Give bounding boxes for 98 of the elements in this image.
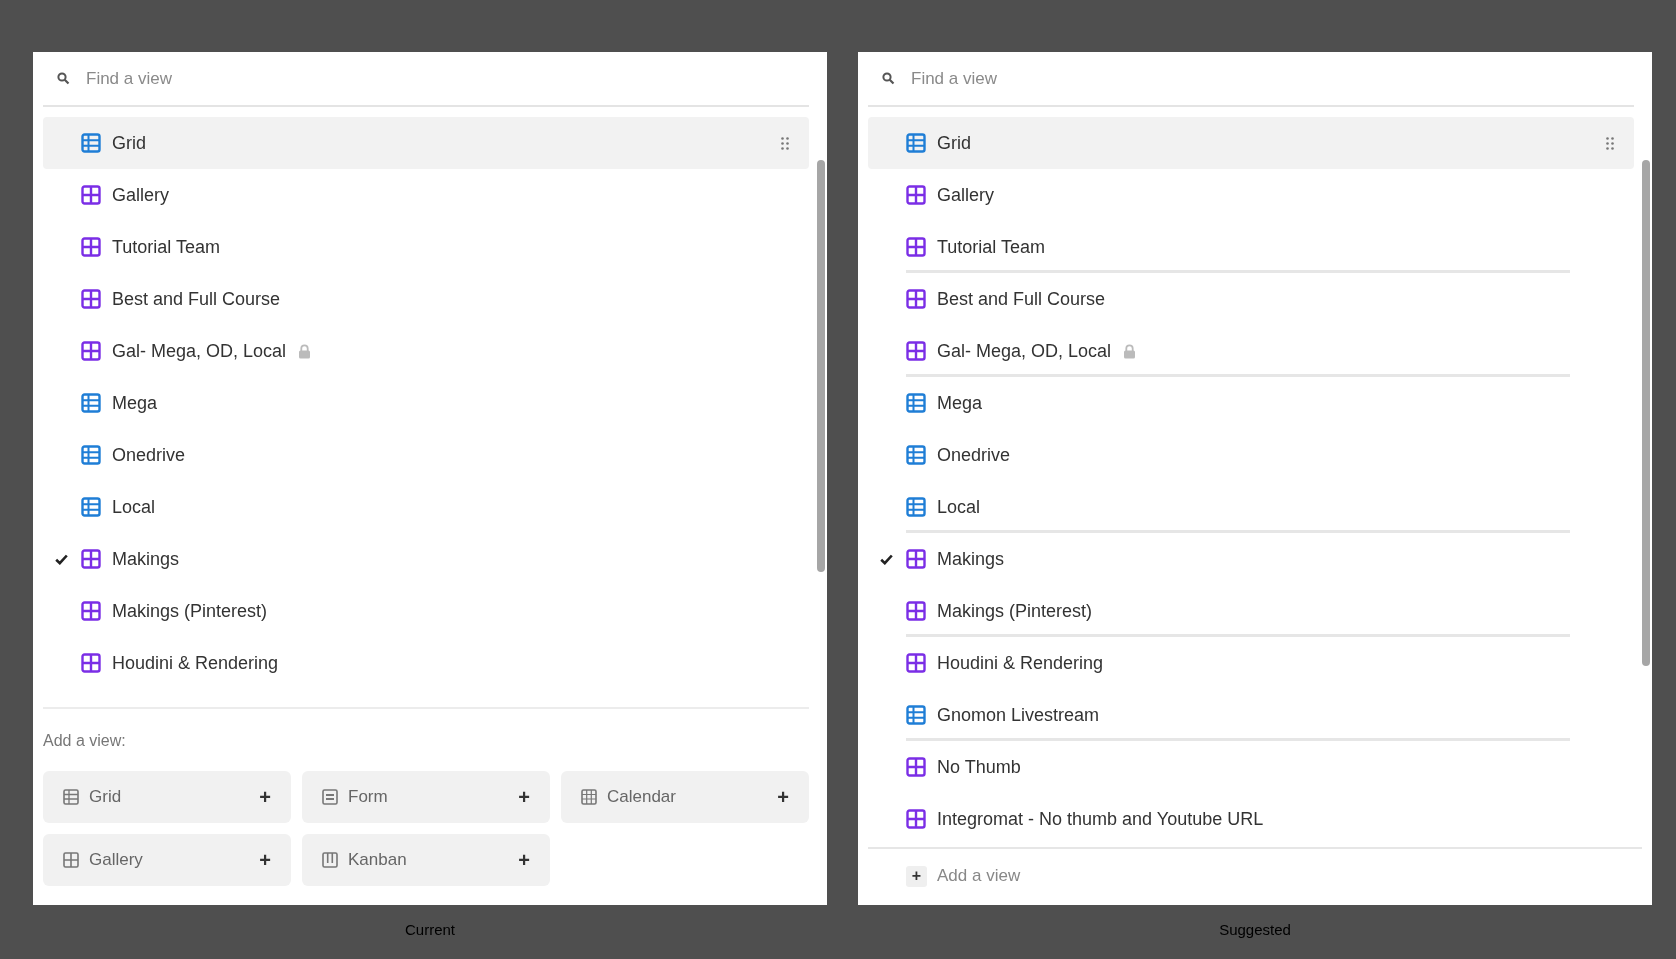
view-name: Makings — [112, 547, 180, 571]
view-item[interactable]: Makings (Pinterest) — [868, 585, 1634, 637]
gallery-view-icon — [81, 185, 101, 205]
view-name: Local — [112, 495, 156, 519]
add-view-button[interactable]: + Add a view — [906, 863, 1021, 889]
section-heading: Add a view: — [43, 731, 127, 751]
gallery-view-icon — [906, 237, 926, 257]
panel-caption: Suggested — [1219, 920, 1291, 940]
grid-icon — [63, 789, 79, 805]
scrollbar[interactable] — [817, 160, 825, 572]
view-name: Mega — [937, 391, 983, 415]
view-item[interactable]: Makings — [868, 533, 1634, 585]
view-name: Local — [937, 495, 981, 519]
view-item[interactable]: Integromat - No thumb and Youtube URL — [868, 793, 1634, 845]
gallery-view-icon — [81, 549, 101, 569]
view-item[interactable]: Onedrive — [43, 429, 809, 481]
gallery-view-icon — [81, 237, 101, 257]
view-name: Makings (Pinterest) — [112, 599, 268, 623]
search-field[interactable]: Find a view — [86, 65, 809, 92]
gallery-view-icon — [81, 653, 101, 673]
view-name: Onedrive — [112, 443, 186, 467]
view-name: Tutorial Team — [112, 235, 221, 259]
view-item[interactable]: Makings — [43, 533, 809, 585]
view-item[interactable]: No Thumb — [868, 741, 1634, 793]
gallery-icon — [63, 852, 79, 868]
view-name: Houdini & Rendering — [112, 651, 279, 675]
view-name: No Thumb — [937, 755, 1021, 779]
view-name: Integromat - No thumb and Youtube URL — [937, 807, 1264, 831]
view-item[interactable]: Houdini & Rendering — [868, 637, 1634, 689]
view-name: Gal- Mega, OD, Local — [112, 339, 287, 363]
view-name: Gal- Mega, OD, Local — [937, 339, 1112, 363]
view-item[interactable]: Onedrive — [868, 429, 1634, 481]
view-item[interactable]: Gallery — [43, 169, 809, 221]
view-name: Makings — [937, 547, 1005, 571]
view-name: Grid — [112, 131, 146, 155]
gallery-view-icon — [906, 653, 926, 673]
grid-view-icon — [906, 133, 926, 153]
view-item[interactable]: Tutorial Team — [43, 221, 809, 273]
kanban-icon — [322, 852, 338, 868]
view-item[interactable]: Gnomon Livestream — [868, 689, 1634, 741]
view-name: Onedrive — [937, 443, 1011, 467]
gallery-view-icon — [81, 341, 101, 361]
grid-view-icon — [81, 133, 101, 153]
view-name: Gnomon Livestream — [937, 703, 1100, 727]
add-view-tile[interactable]: Calendar + — [561, 771, 809, 823]
view-item[interactable]: Gal- Mega, OD, Local — [868, 325, 1634, 377]
gallery-view-icon — [906, 549, 926, 569]
view-name: Mega — [112, 391, 158, 415]
search-icon — [882, 72, 895, 85]
drag-handle-icon[interactable] — [1606, 136, 1614, 150]
view-item[interactable]: Best and Full Course — [43, 273, 809, 325]
calendar-icon — [581, 789, 597, 805]
gallery-view-icon — [906, 601, 926, 621]
grid-view-icon — [81, 393, 101, 413]
view-name: Gallery — [937, 183, 994, 207]
view-name: Houdini & Rendering — [937, 651, 1104, 675]
scrollbar[interactable] — [1642, 160, 1650, 666]
view-item[interactable]: Local — [43, 481, 809, 533]
grid-view-icon — [81, 445, 101, 465]
grid-view-icon — [906, 393, 926, 413]
view-item[interactable]: Best and Full Course — [868, 273, 1634, 325]
plus-icon: + — [906, 865, 927, 887]
view-item[interactable]: Houdini & Rendering — [43, 637, 809, 689]
panel-caption: Current — [405, 920, 455, 940]
add-view-tile[interactable]: Form + — [302, 771, 550, 823]
view-item[interactable]: Gallery — [868, 169, 1634, 221]
add-view-tile[interactable]: Gallery + — [43, 834, 291, 886]
drag-handle-icon[interactable] — [781, 136, 789, 150]
view-item[interactable]: Tutorial Team — [868, 221, 1634, 273]
view-name: Gallery — [112, 183, 169, 207]
view-item[interactable]: Local — [868, 481, 1634, 533]
grid-view-icon — [906, 445, 926, 465]
view-item[interactable]: Makings (Pinterest) — [43, 585, 809, 637]
add-view-tile[interactable]: Grid + — [43, 771, 291, 823]
gallery-view-icon — [906, 341, 926, 361]
gallery-view-icon — [81, 289, 101, 309]
search-field[interactable]: Find a view — [911, 65, 1634, 92]
view-name: Best and Full Course — [112, 287, 281, 311]
view-name: Best and Full Course — [937, 287, 1106, 311]
view-item[interactable]: Mega — [43, 377, 809, 429]
gallery-view-icon — [906, 809, 926, 829]
view-item[interactable]: Grid — [43, 117, 809, 169]
view-item[interactable]: Gal- Mega, OD, Local — [43, 325, 809, 377]
grid-view-icon — [906, 705, 926, 725]
search-icon — [57, 72, 70, 85]
gallery-view-icon — [906, 185, 926, 205]
form-icon — [322, 789, 338, 805]
view-name: Tutorial Team — [937, 235, 1046, 259]
view-item[interactable]: Grid — [868, 117, 1634, 169]
grid-view-icon — [906, 497, 926, 517]
view-item[interactable]: Mega — [868, 377, 1634, 429]
add-view-tile[interactable]: Kanban + — [302, 834, 550, 886]
gallery-view-icon — [906, 757, 926, 777]
gallery-view-icon — [906, 289, 926, 309]
view-name: Makings (Pinterest) — [937, 599, 1093, 623]
gallery-view-icon — [81, 601, 101, 621]
view-name: Grid — [937, 131, 971, 155]
grid-view-icon — [81, 497, 101, 517]
